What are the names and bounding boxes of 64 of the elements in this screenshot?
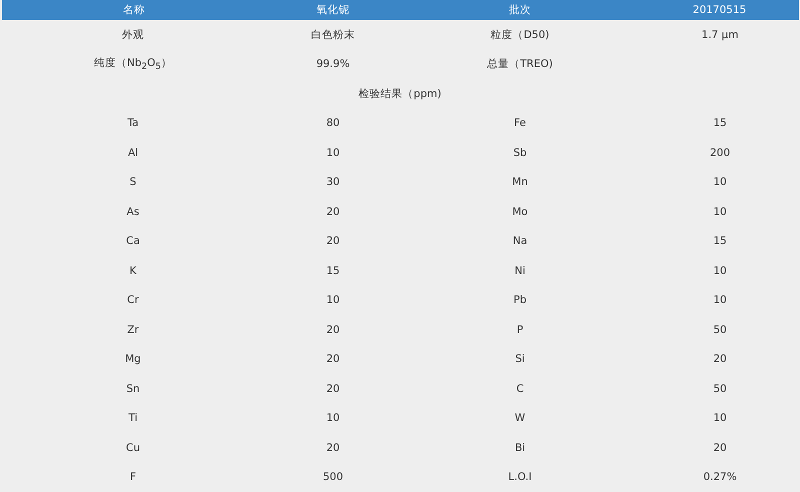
section-title: 检验结果（ppm) <box>358 86 442 101</box>
table-cell: 20 <box>326 353 340 366</box>
table-cell: 粒度（D50) <box>490 28 550 42</box>
table-cell: 纯度（Nb$_{2}$O$_{5}$） <box>94 56 172 72</box>
table-cell: 20 <box>713 442 727 454</box>
table-cell: F <box>130 471 136 484</box>
table-cell: Mn <box>512 176 528 188</box>
table-cell: 80 <box>326 117 340 130</box>
header-cell: 名称 <box>123 3 145 17</box>
table-cell: 10 <box>326 294 340 306</box>
table-cell: S <box>130 176 136 188</box>
table-cell: 20 <box>326 235 340 248</box>
header-cell: 20170515 <box>692 4 746 16</box>
table-cell: 500 <box>322 471 344 484</box>
table-cell: K <box>130 264 136 277</box>
table-cell: 99.9% <box>316 58 350 70</box>
table-cell: 20 <box>713 353 727 366</box>
table-cell: 10 <box>713 294 727 306</box>
table-cell: Cu <box>126 442 140 454</box>
table-cell: W <box>514 412 526 424</box>
table-cell: 20 <box>326 324 340 336</box>
table-cell: P <box>516 324 524 336</box>
table-cell: 20 <box>326 206 340 218</box>
table-cell: 白色粉末 <box>311 28 355 42</box>
table-cell: As <box>126 206 140 218</box>
table-cell: Ca <box>126 235 140 248</box>
table-cell: Zr <box>127 324 139 336</box>
table-cell: 10 <box>326 146 340 159</box>
table-cell: 10 <box>713 176 727 188</box>
table-cell: 50 <box>713 382 727 395</box>
table-cell: Ni <box>514 264 526 277</box>
table-cell: Mo <box>512 206 528 218</box>
table-cell: 外观 <box>122 28 144 42</box>
table-cell: 总量（TREO) <box>487 57 553 72</box>
table-cell: 15 <box>326 264 340 277</box>
table-cell: 0.27% <box>703 471 737 484</box>
table-cell: Cr <box>127 294 139 306</box>
table-cell: 1.7 µm <box>702 28 738 41</box>
table-cell: Mg <box>125 353 141 366</box>
table-cell: 15 <box>713 117 727 130</box>
table-cell: C <box>516 382 524 395</box>
table-cell: 10 <box>713 264 727 277</box>
table-cell: Sn <box>126 382 140 395</box>
table-cell: Al <box>128 146 138 159</box>
table-cell: 10 <box>713 412 727 424</box>
table-cell: 30 <box>326 176 340 188</box>
header-cell: 氧化铌 <box>316 3 350 17</box>
table-cell: Pb <box>514 294 526 306</box>
table-cell: 20 <box>326 442 340 454</box>
table-cell: 50 <box>713 324 727 336</box>
table-cell: 20 <box>326 382 340 395</box>
header-cell: 批次 <box>509 3 531 17</box>
table-cell: Ti <box>128 412 138 424</box>
table-cell: Ta <box>127 117 139 130</box>
table-cell: 10 <box>326 412 340 424</box>
table-cell: L.O.I <box>508 471 532 484</box>
table-cell: Fe <box>514 117 526 130</box>
table-cell: 15 <box>713 235 727 248</box>
table-cell: Si <box>515 353 525 366</box>
table-cell: 10 <box>713 206 727 218</box>
table-cell: Na <box>512 235 528 248</box>
table-cell: Sb <box>513 146 527 159</box>
table-cell: Bi <box>514 442 526 454</box>
table-cell: 200 <box>710 146 730 159</box>
